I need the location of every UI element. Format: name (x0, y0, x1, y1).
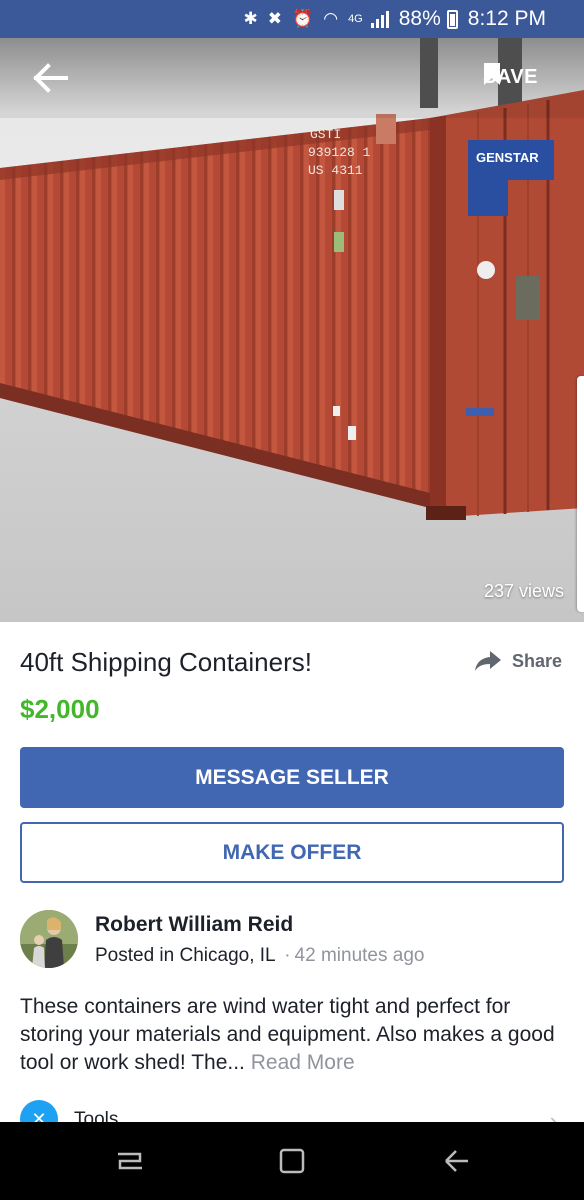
view-count: 237 views (483, 581, 564, 601)
tools-icon: ✕ (20, 1100, 58, 1122)
chevron-right-icon: › (549, 1106, 558, 1122)
bookmark-icon (484, 63, 501, 85)
read-more-link[interactable]: Read More (251, 1051, 355, 1074)
posted-prefix: Posted in (95, 945, 175, 966)
back-arrow-icon[interactable] (30, 58, 74, 98)
seller-location[interactable]: Chicago, IL (180, 945, 275, 966)
home-icon[interactable] (272, 1144, 312, 1178)
listing-title: 40ft Shipping Containers! (20, 647, 312, 677)
marking-line-3: US 4311 (308, 163, 363, 178)
status-bar: ✱ ✖ ⏰ ◠ 4G 88% 8:12 PM (0, 0, 584, 38)
system-nav-bar (0, 1122, 584, 1200)
listing-price: $2,000 (20, 694, 100, 724)
seller-meta: Posted in Chicago, IL · 42 minutes ago (95, 945, 424, 967)
category-row[interactable]: ✕ Tools › (20, 1100, 564, 1122)
share-button[interactable]: Share (474, 650, 562, 672)
signal-icon (370, 10, 389, 28)
share-label: Share (511, 650, 562, 671)
back-nav-icon[interactable] (436, 1144, 476, 1178)
marking-line-2: 939128 1 (308, 145, 371, 160)
door-logo-text: GENSTAR (476, 150, 539, 165)
edge-panel-handle[interactable] (577, 376, 584, 612)
message-seller-button[interactable]: MESSAGE SELLER (20, 747, 564, 808)
seller-avatar[interactable] (20, 910, 78, 968)
recent-apps-icon[interactable] (110, 1144, 150, 1178)
marking-line-1: GSTI (310, 127, 341, 142)
container-illustration: GENSTAR GSTI 939128 1 US 4311 (0, 38, 584, 622)
meta-separator: · (284, 945, 291, 966)
posted-time: 42 minutes ago (294, 945, 425, 966)
listing-description: These containers are wind water tight an… (20, 993, 568, 1077)
wifi-icon: ◠ (323, 9, 339, 28)
battery-icon (446, 9, 458, 29)
make-offer-button[interactable]: MAKE OFFER (20, 822, 564, 883)
save-button[interactable]: SAVE (483, 62, 538, 92)
share-arrow-icon (474, 651, 501, 671)
bluetooth-icon: ✱ (243, 9, 258, 28)
alarm-icon: ⏰ (292, 9, 314, 28)
battery-percent: 88% (398, 7, 441, 30)
category-label: Tools (74, 1109, 119, 1122)
clock: 8:12 PM (467, 7, 546, 30)
seller-name[interactable]: Robert William Reid (95, 913, 293, 937)
network-type: 4G (348, 13, 363, 25)
mute-icon: ✖ (267, 9, 283, 28)
listing-photo[interactable]: GENSTAR GSTI 939128 1 US 4311 SAVE 237 v… (0, 38, 584, 622)
